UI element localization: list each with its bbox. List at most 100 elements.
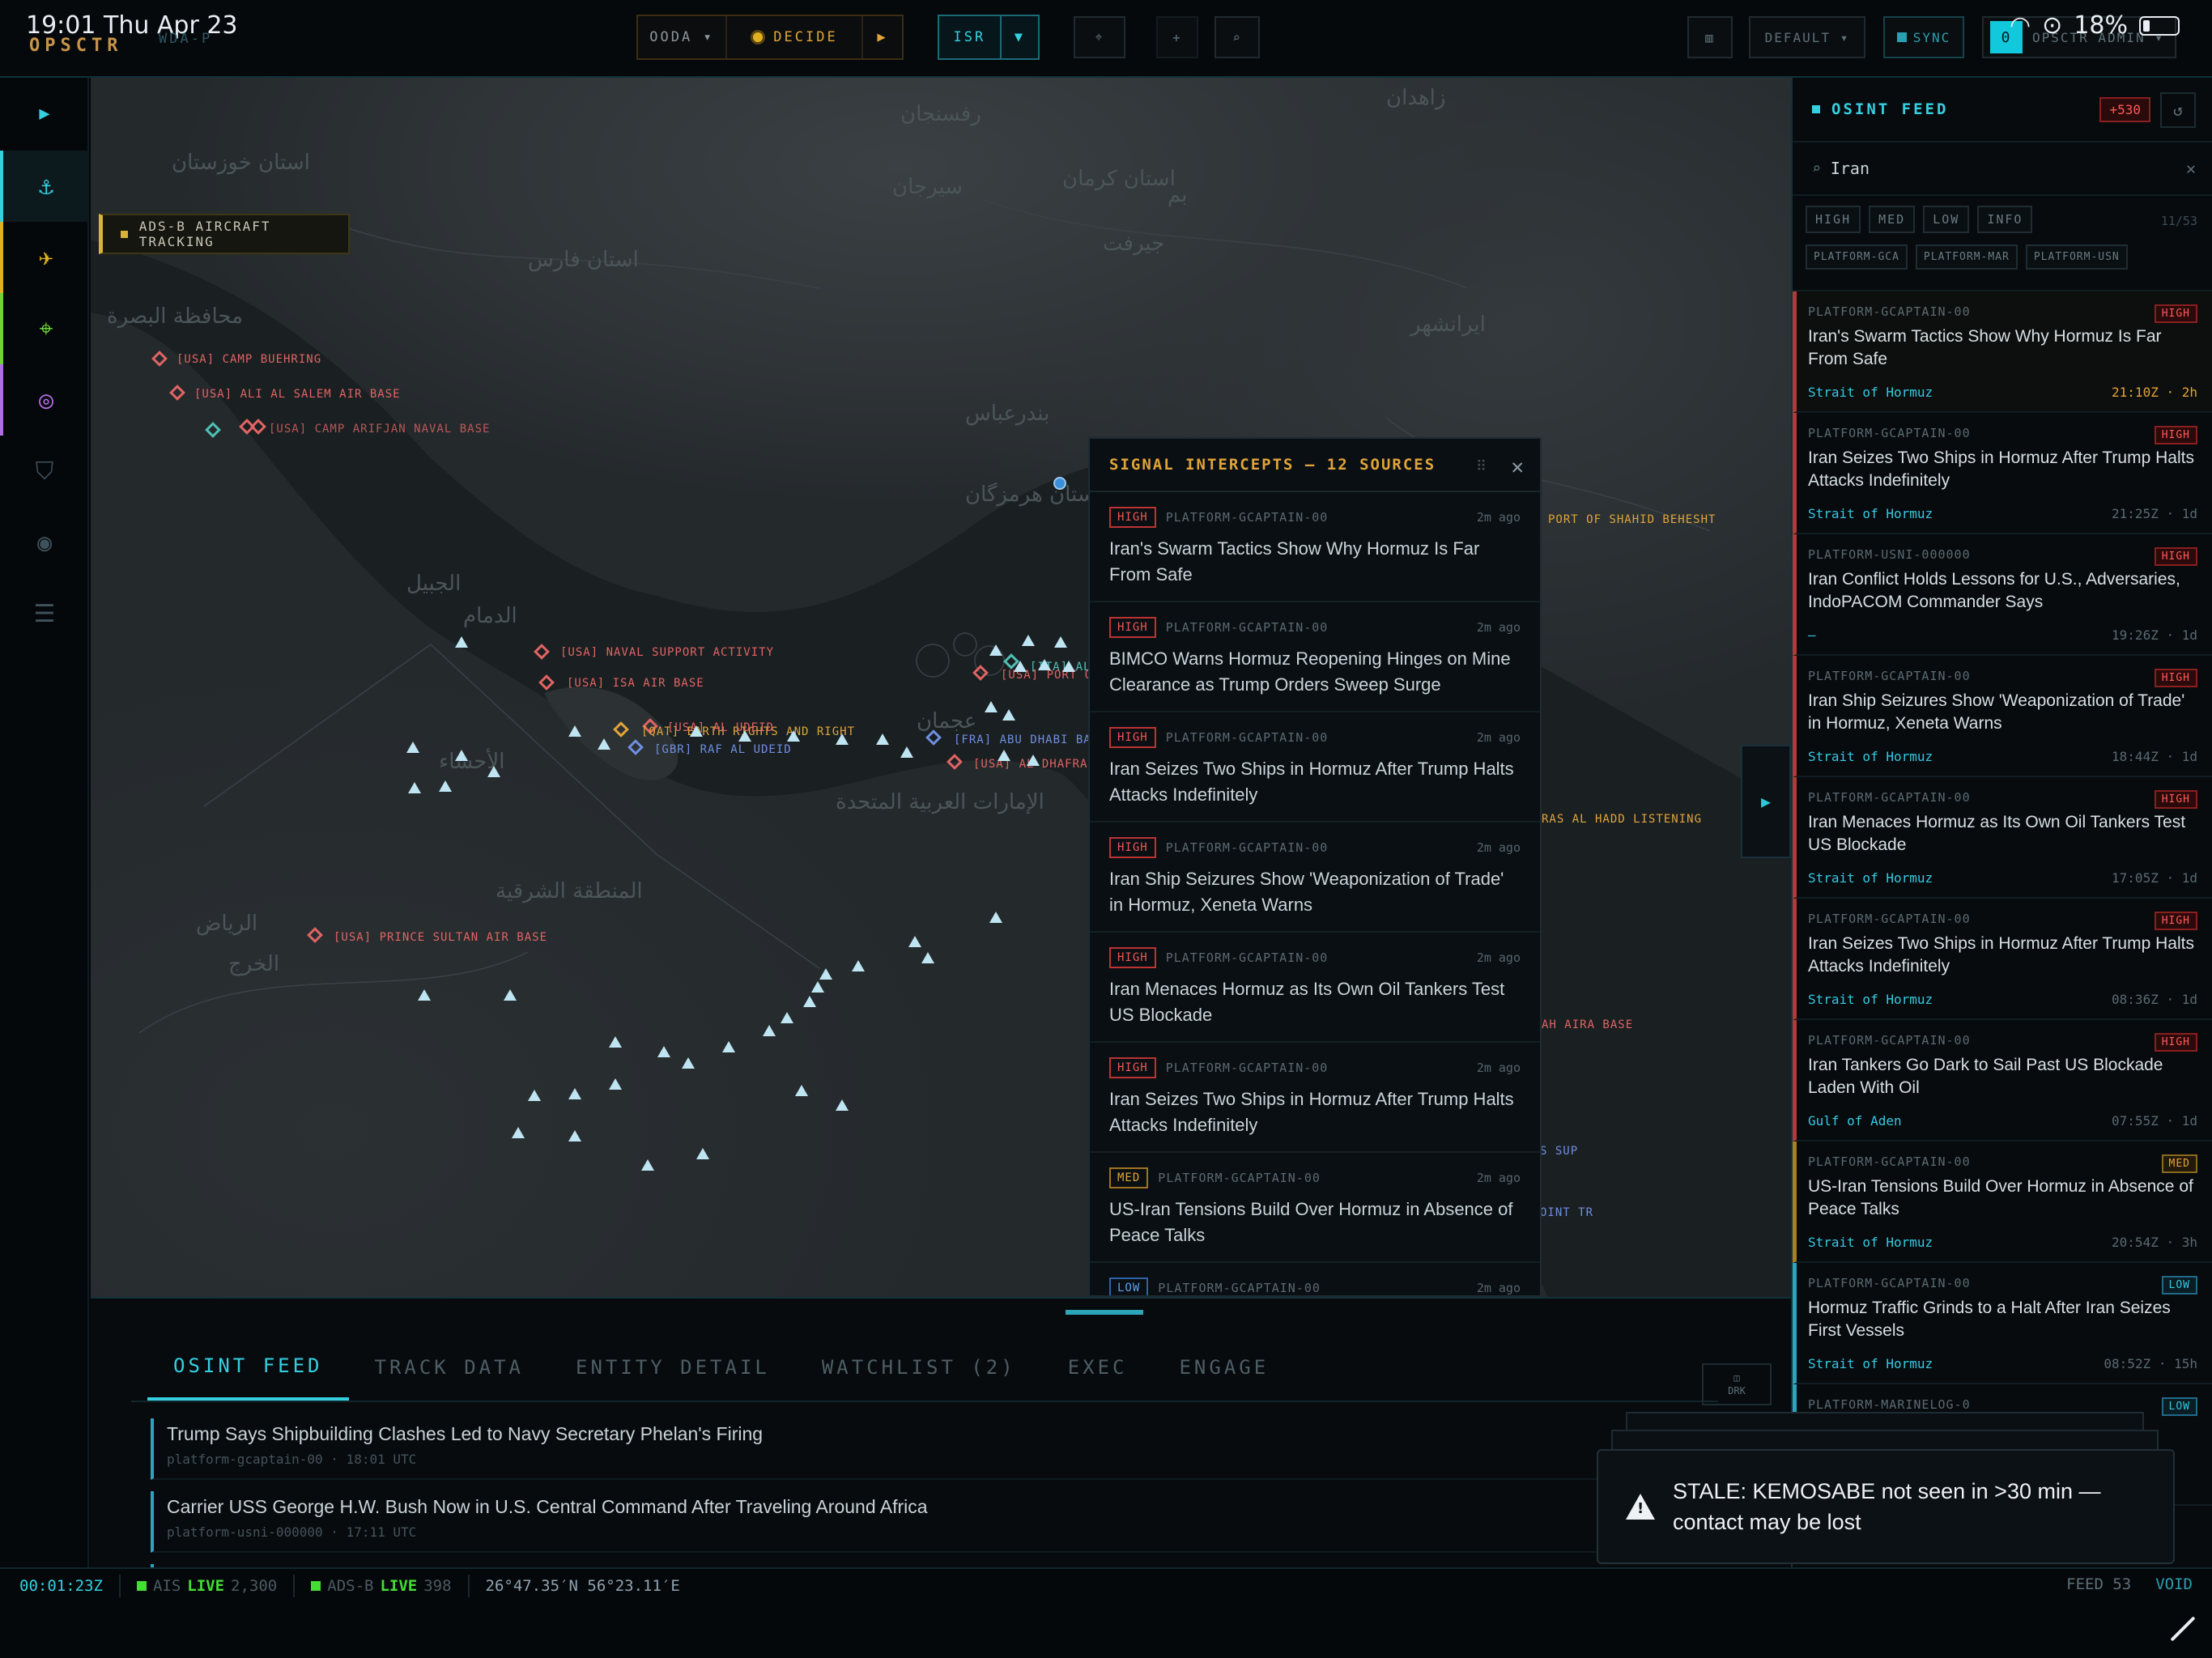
orbit-icon[interactable]: ◎ xyxy=(0,364,89,436)
vessel-track[interactable] xyxy=(487,766,500,777)
vessel-track[interactable] xyxy=(1002,709,1015,721)
drag-handle-icon[interactable]: ⠿ xyxy=(1476,458,1487,475)
vessel-track[interactable] xyxy=(819,968,832,980)
close-icon[interactable]: ✕ xyxy=(1511,455,1524,479)
vessel-track[interactable] xyxy=(512,1127,525,1138)
osint-card[interactable]: PLATFORM-GCAPTAIN-00 HIGH Iran Seizes Two … xyxy=(1793,899,2212,1020)
expand-rail-button[interactable]: ▶ xyxy=(0,78,89,149)
vessel-track[interactable] xyxy=(908,936,921,947)
refresh-icon[interactable]: ↺ xyxy=(2160,92,2196,128)
vessel-track[interactable] xyxy=(1027,755,1040,766)
vessel-track[interactable] xyxy=(568,725,581,737)
ais-status[interactable]: AIS LIVE 2,300 xyxy=(121,1575,296,1597)
signal-item[interactable]: HIGH PLATFORM-GCAPTAIN-00 2m ago Iran's Swa… xyxy=(1090,492,1540,602)
shield-icon[interactable]: ⛉ xyxy=(0,436,89,507)
aircraft-icon[interactable]: ✈ xyxy=(0,222,89,293)
vessel-track[interactable] xyxy=(568,1130,581,1141)
stale-contact-toast[interactable]: STALE: KEMOSABE not seen in >30 min — co… xyxy=(1597,1449,2175,1564)
void-label[interactable]: VOID xyxy=(2155,1575,2193,1593)
severity-filter-chip[interactable]: HIGH xyxy=(1806,206,1861,233)
eye-icon[interactable]: ◉ xyxy=(0,507,89,578)
vessel-track[interactable] xyxy=(696,1148,709,1159)
vessel-track[interactable] xyxy=(1054,636,1067,648)
vessel-track[interactable] xyxy=(803,996,816,1007)
feed-row[interactable]: Carrier USS George H.W. Bush Now in U.S.… xyxy=(151,1491,1689,1553)
crosshair-rail-icon[interactable]: ⌖ xyxy=(0,293,89,364)
osint-card[interactable]: PLATFORM-GCAPTAIN-00 HIGH Iran Seizes Two … xyxy=(1793,413,2212,534)
panel-resize-handle[interactable] xyxy=(1066,1310,1143,1315)
tab-engage[interactable]: ENGAGE xyxy=(1153,1334,1295,1401)
vessel-track[interactable] xyxy=(998,750,1010,761)
signal-item[interactable]: LOW PLATFORM-GCAPTAIN-00 2m ago xyxy=(1090,1263,1540,1295)
vessel-track[interactable] xyxy=(418,989,431,1001)
database-icon[interactable]: ☰ xyxy=(0,578,89,649)
vessel-track[interactable] xyxy=(1062,661,1075,672)
vessel-track[interactable] xyxy=(876,733,889,745)
vessel-track[interactable] xyxy=(408,782,421,793)
dark-mode-toggle[interactable]: ◫ DRK xyxy=(1702,1363,1772,1405)
signal-item[interactable]: HIGH PLATFORM-GCAPTAIN-00 2m ago Iran Seize… xyxy=(1090,712,1540,823)
platform-filter-chip[interactable]: PLATFORM-MAR xyxy=(1915,244,2018,270)
vessel-track[interactable] xyxy=(568,1088,581,1099)
feed-row[interactable]: Trump Says Shipbuilding Clashes Led to N… xyxy=(151,1418,1689,1480)
vessel-track[interactable] xyxy=(528,1090,541,1101)
tab-osint-feed[interactable]: OSINT FEED xyxy=(147,1334,349,1401)
crosshair-icon[interactable]: ⌖ xyxy=(1074,16,1125,58)
vessel-track[interactable] xyxy=(787,730,800,742)
vessel-track[interactable] xyxy=(1038,659,1051,670)
vessel-track[interactable] xyxy=(439,780,452,792)
vessel-track[interactable] xyxy=(406,742,419,753)
tab-track-data[interactable]: TRACK DATA xyxy=(349,1334,551,1401)
osint-card[interactable]: PLATFORM-GCAPTAIN-00 HIGH Iran Ship Seizur… xyxy=(1793,656,2212,777)
vessel-track[interactable] xyxy=(609,1036,622,1048)
osint-card[interactable]: PLATFORM-GCAPTAIN-00 HIGH Iran Tankers Go … xyxy=(1793,1020,2212,1141)
expand-panel-button[interactable]: ▶ xyxy=(1741,745,1791,858)
signal-item[interactable]: HIGH PLATFORM-GCAPTAIN-00 2m ago Iran Seize… xyxy=(1090,1043,1540,1153)
vessel-track[interactable] xyxy=(852,960,865,971)
tab-watchlist-2[interactable]: WATCHLIST (2) xyxy=(796,1334,1042,1401)
vessel-track[interactable] xyxy=(763,1025,776,1036)
osint-card[interactable]: PLATFORM-USNI-000000 HIGH Iran Conflict Ho… xyxy=(1793,534,2212,656)
vessel-track[interactable] xyxy=(641,1159,654,1171)
vessel-track[interactable] xyxy=(504,989,517,1001)
signal-item[interactable]: MED PLATFORM-GCAPTAIN-00 2m ago US-Iran Ten… xyxy=(1090,1153,1540,1263)
severity-filter-chip[interactable]: MED xyxy=(1869,206,1916,233)
new-items-badge[interactable]: +530 xyxy=(2099,97,2150,122)
vessel-track[interactable] xyxy=(609,1078,622,1090)
vessel-track[interactable] xyxy=(811,981,824,993)
vessel-track[interactable] xyxy=(795,1085,808,1096)
isr-dropdown[interactable]: ISR ▼ xyxy=(938,15,1040,60)
vessel-track[interactable] xyxy=(598,738,610,750)
vessel-track[interactable] xyxy=(722,1041,735,1052)
severity-filter-chip[interactable]: INFO xyxy=(1977,206,2033,233)
osint-card[interactable]: PLATFORM-GCAPTAIN-00 MED US-Iran Tensions … xyxy=(1793,1141,2212,1263)
sync-button[interactable]: SYNC xyxy=(1883,16,1964,58)
vessel-track[interactable] xyxy=(900,746,913,758)
osint-search-input[interactable] xyxy=(1830,159,2138,178)
vessel-track[interactable] xyxy=(738,730,751,742)
tab-exec[interactable]: EXEC xyxy=(1042,1334,1154,1401)
vessel-track[interactable] xyxy=(455,636,468,648)
vessel-track[interactable] xyxy=(455,750,468,761)
vessel-track[interactable] xyxy=(921,952,934,963)
vessel-track[interactable] xyxy=(985,701,998,712)
vessel-track[interactable] xyxy=(989,644,1002,656)
signal-item[interactable]: HIGH PLATFORM-GCAPTAIN-00 2m ago Iran Ship … xyxy=(1090,823,1540,933)
layout-icon[interactable]: ▥ xyxy=(1687,16,1733,58)
signal-item[interactable]: HIGH PLATFORM-GCAPTAIN-00 2m ago BIMCO Warn… xyxy=(1090,602,1540,712)
anchor-icon[interactable]: ⚓ xyxy=(0,151,89,222)
phase-decide[interactable]: DECIDE xyxy=(727,16,863,58)
ads-b-layer-chip[interactable]: ADS-B AIRCRAFT TRACKING xyxy=(99,214,350,254)
clear-search-icon[interactable]: ✕ xyxy=(2186,159,2196,178)
vessel-track[interactable] xyxy=(989,912,1002,923)
ooda-dropdown[interactable]: OODA ▾ xyxy=(638,16,727,58)
vessel-track[interactable] xyxy=(836,733,849,745)
osint-card[interactable]: PLATFORM-GCAPTAIN-00 HIGH Iran's Swarm Tac… xyxy=(1793,291,2212,413)
osint-card[interactable]: PLATFORM-GCAPTAIN-00 HIGH Iran Menaces Hor… xyxy=(1793,777,2212,899)
vessel-track[interactable] xyxy=(781,1012,793,1023)
feed-count[interactable]: FEED 53 xyxy=(2066,1575,2131,1593)
tab-entity-detail[interactable]: ENTITY DETAIL xyxy=(550,1334,796,1401)
osint-card[interactable]: PLATFORM-GCAPTAIN-00 LOW Hormuz Traffic Gr… xyxy=(1793,1263,2212,1384)
target-icon[interactable]: + xyxy=(1156,16,1198,58)
platform-filter-chip[interactable]: PLATFORM-GCA xyxy=(1806,244,1908,270)
